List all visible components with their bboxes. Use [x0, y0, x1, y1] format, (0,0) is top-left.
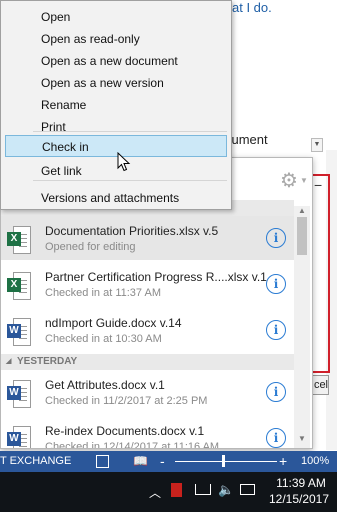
excel-file-icon: X [7, 272, 31, 300]
keyboard-icon[interactable] [240, 484, 255, 495]
menu-item-open-read-only[interactable]: Open as read-only [5, 28, 227, 50]
word-file-icon: W [7, 318, 31, 346]
menu-item-get-link[interactable]: Get link [5, 160, 227, 182]
info-icon[interactable]: i [266, 382, 286, 402]
status-text: T EXCHANGE [0, 455, 72, 467]
zoom-slider[interactable] [175, 461, 277, 462]
network-icon[interactable] [195, 484, 211, 495]
menu-separator [33, 131, 227, 132]
file-list: ◢ TODAY X Documentation Priorities.xlsx … [1, 200, 294, 449]
status-bar: T EXCHANGE 📖 - + 100% [0, 451, 337, 472]
file-status: Opened for editing [45, 241, 136, 253]
info-icon[interactable]: i [266, 228, 286, 248]
taskbar: ︿ 🔈 11:39 AM 12/15/2017 [0, 472, 337, 512]
scrollbar-thumb[interactable] [297, 217, 307, 255]
file-name: Get Attributes.docx v.1 [45, 378, 165, 392]
file-name: Re-index Documents.docx v.1 [45, 424, 205, 438]
scroll-down-icon[interactable]: ▼ [298, 434, 306, 443]
word-file-icon: W [7, 380, 31, 408]
file-status: Checked in at 10:30 AM [45, 333, 162, 345]
clock-date[interactable]: 12/15/2017 [265, 492, 333, 506]
word-file-icon: W [7, 426, 31, 448]
menu-separator [33, 180, 227, 181]
document-link-text[interactable]: at I do. [232, 0, 272, 15]
menu-item-rename[interactable]: Rename [5, 94, 227, 116]
gear-icon[interactable]: ⚙ [280, 168, 298, 193]
collapse-triangle-icon: ◢ [6, 358, 12, 365]
list-item[interactable]: X Documentation Priorities.xlsx v.5 Open… [1, 216, 294, 260]
file-status: Checked in at 11:37 AM [45, 287, 161, 299]
file-status: Checked in 12/14/2017 at 11:16 AM [45, 441, 220, 449]
section-header-yesterday[interactable]: ◢ YESTERDAY [1, 354, 294, 370]
collapse-button[interactable]: − [314, 177, 322, 193]
info-icon[interactable]: i [266, 320, 286, 340]
menu-item-check-in[interactable]: Check in [5, 135, 227, 157]
file-name: Documentation Priorities.xlsx v.5 [45, 224, 219, 238]
menu-item-open-new-document[interactable]: Open as a new document [5, 50, 227, 72]
menu-item-open-new-version[interactable]: Open as a new version [5, 72, 227, 94]
zoom-in-button[interactable]: + [279, 453, 287, 469]
chevron-up-icon[interactable]: ︿ [149, 484, 161, 501]
scroll-up-icon[interactable]: ▲ [298, 206, 306, 215]
context-menu: Open Open as read-only Open as a new doc… [0, 0, 232, 210]
volume-icon[interactable]: 🔈 [218, 482, 234, 498]
info-icon[interactable]: i [266, 274, 286, 294]
file-status: Checked in 11/2/2017 at 2:25 PM [45, 395, 208, 407]
zoom-out-button[interactable]: - [160, 453, 165, 469]
read-mode-icon[interactable]: 📖 [133, 454, 148, 468]
info-icon[interactable]: i [266, 428, 286, 448]
zoom-level[interactable]: 100% [301, 455, 329, 467]
mouse-cursor-icon [117, 152, 131, 172]
excel-file-icon: X [7, 226, 31, 254]
menu-item-open[interactable]: Open [5, 6, 227, 28]
panel-scrollbar[interactable]: ▲ ▼ [294, 206, 310, 448]
file-name: ndImport Guide.docx v.14 [45, 316, 182, 330]
chevron-down-icon[interactable]: ▼ [300, 176, 308, 185]
dropdown-arrow-button[interactable]: ▼ [311, 138, 323, 152]
clock-time[interactable]: 11:39 AM [272, 476, 330, 490]
list-item[interactable]: W ndImport Guide.docx v.14 Checked in at… [1, 308, 294, 352]
list-item[interactable]: X Partner Certification Progress R....xl… [1, 262, 294, 306]
print-layout-icon[interactable] [96, 455, 109, 468]
list-item[interactable]: W Re-index Documents.docx v.1 Checked in… [1, 416, 294, 449]
list-item[interactable]: W Get Attributes.docx v.1 Checked in 11/… [1, 370, 294, 414]
menu-item-versions-and-attachments[interactable]: Versions and attachments [5, 187, 227, 209]
file-name: Partner Certification Progress R....xlsx… [45, 270, 267, 284]
zoom-slider-thumb[interactable] [222, 455, 225, 467]
app-tray-icon[interactable] [171, 483, 182, 497]
section-label: YESTERDAY [17, 356, 78, 367]
